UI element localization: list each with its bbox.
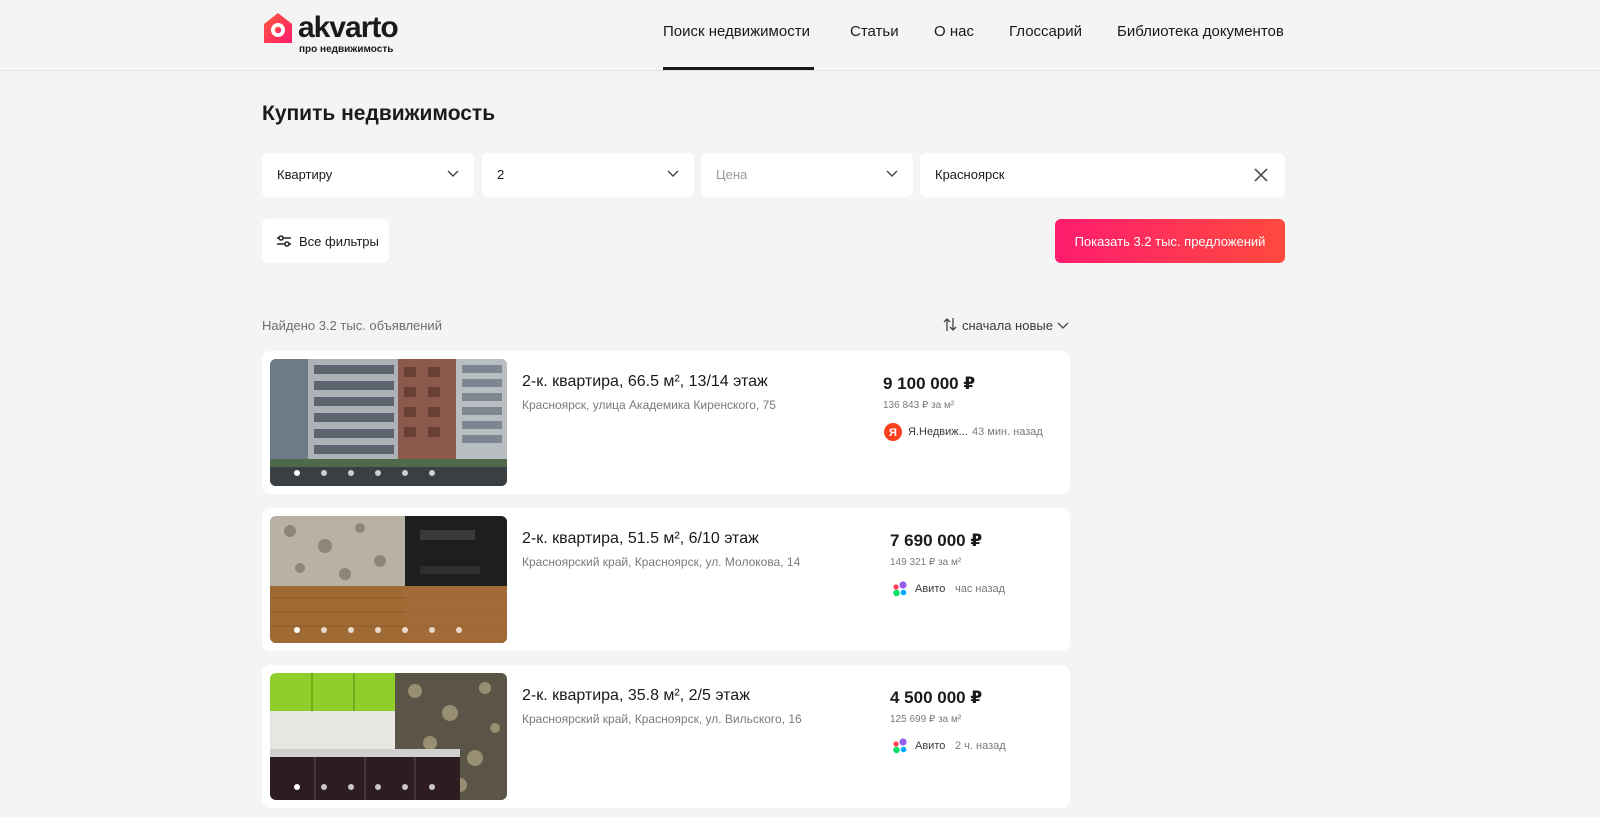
listing-address: Красноярский край, Красноярск, ул. Вильс… [522,712,802,726]
photo-dot[interactable] [429,784,435,790]
photo-dot[interactable] [375,470,381,476]
listing-title[interactable]: 2-к. квартира, 51.5 м², 6/10 этаж [522,530,759,548]
city-input[interactable]: Красноярск [920,153,1285,197]
nav-item-about[interactable]: О нас [934,23,974,40]
photo-dot[interactable] [402,470,408,476]
photo-dot[interactable] [294,784,300,790]
listing-photo[interactable] [270,359,507,486]
chevron-down-icon [447,170,459,177]
nav-item-articles[interactable]: Статьи [850,23,899,40]
page-title: Купить недвижимость [262,102,496,125]
rooms-select[interactable]: 2 [482,153,694,197]
all-filters-button[interactable]: Все фильтры [262,219,389,263]
nav-item-documents[interactable]: Библиотека документов [1117,23,1284,40]
photo-dot[interactable] [294,627,300,633]
listing-card[interactable]: 2-к. квартира, 35.8 м², 2/5 этаж Красноя… [262,665,1070,808]
price-select[interactable]: Цена [701,153,913,197]
photo-dot[interactable] [294,470,300,476]
photo-pagination-dots [270,784,507,790]
svg-text:Я: Я [889,427,897,439]
building-photo [270,359,507,486]
photo-dot[interactable] [429,470,435,476]
photo-dot[interactable] [321,470,327,476]
photo-dot[interactable] [375,784,381,790]
source-name: Авито [915,583,946,595]
akvarto-logo[interactable]: akvarto про недвижимость [262,11,412,57]
listing-address: Красноярск, улица Академика Киренского, … [522,398,776,412]
all-filters-label: Все фильтры [299,234,379,249]
yandex-icon: Я [884,423,902,441]
photo-dot[interactable] [456,627,462,633]
kitchen-photo [270,673,507,800]
photo-dot[interactable] [321,627,327,633]
chevron-down-icon [886,170,898,177]
logo-wordmark: akvarto [298,11,399,44]
photo-pagination-dots [270,470,507,476]
avito-icon [893,738,907,754]
show-offers-label: Показать 3.2 тыс. предложений [1074,234,1266,249]
show-offers-button[interactable]: Показать 3.2 тыс. предложений [1055,219,1285,263]
interior-photo [270,516,507,643]
listing-photo[interactable] [270,673,507,800]
chevron-down-icon [667,170,679,177]
property-type-select[interactable]: Квартиру [262,153,474,197]
listing-price-per-m2: 149 321 ₽ за м² [890,557,962,568]
source-name: Авито [915,740,946,752]
nav-active-indicator [663,67,814,70]
listing-price-per-m2: 136 843 ₽ за м² [883,400,955,411]
property-type-value: Квартиру [277,167,333,182]
avito-icon [893,581,907,597]
nav-item-glossary[interactable]: Глоссарий [1009,23,1082,40]
photo-dot[interactable] [429,627,435,633]
sliders-icon [277,235,291,247]
sort-label: сначала новые [962,318,1053,333]
listing-price: 7 690 000 ₽ [890,531,983,550]
listing-card[interactable]: 2-к. квартира, 51.5 м², 6/10 этаж Красно… [262,508,1070,651]
photo-dot[interactable] [402,627,408,633]
photo-pagination-dots [270,627,507,633]
site-header: akvarto про недвижимость Поиск недвижимо… [0,0,1600,71]
listing-photo[interactable] [270,516,507,643]
listing-price: 4 500 000 ₽ [890,688,983,707]
close-icon[interactable] [1253,167,1269,183]
chevron-down-icon [1057,322,1069,329]
rooms-value: 2 [497,167,505,182]
photo-dot[interactable] [321,784,327,790]
listing-time: 43 мин. назад [972,426,1043,438]
listing-price: 9 100 000 ₽ [883,374,976,393]
nav-item-search[interactable]: Поиск недвижимости [663,23,810,40]
results-count: Найдено 3.2 тыс. объявлений [262,318,442,333]
listing-price-per-m2: 125 699 ₽ за м² [890,714,962,725]
listing-title[interactable]: 2-к. квартира, 35.8 м², 2/5 этаж [522,687,750,705]
photo-dot[interactable] [348,784,354,790]
listing-address: Красноярский край, Красноярск, ул. Молок… [522,555,801,569]
photo-dot[interactable] [402,784,408,790]
photo-dot[interactable] [375,627,381,633]
listing-card[interactable]: 2-к. квартира, 66.5 м², 13/14 этаж Красн… [262,351,1070,494]
listing-time: час назад [955,583,1006,595]
listing-time: 2 ч. назад [955,740,1006,752]
price-placeholder: Цена [716,167,748,182]
source-name: Я.Недвиж... [908,426,968,438]
listing-title[interactable]: 2-к. квартира, 66.5 м², 13/14 этаж [522,373,768,391]
logo-house-icon [264,13,292,43]
photo-dot[interactable] [348,470,354,476]
photo-dot[interactable] [348,627,354,633]
logo-tagline: про недвижимость [299,44,394,55]
sort-arrows-icon [943,318,957,331]
sort-dropdown[interactable]: сначала новые [943,316,1073,334]
city-value: Красноярск [935,167,1005,182]
